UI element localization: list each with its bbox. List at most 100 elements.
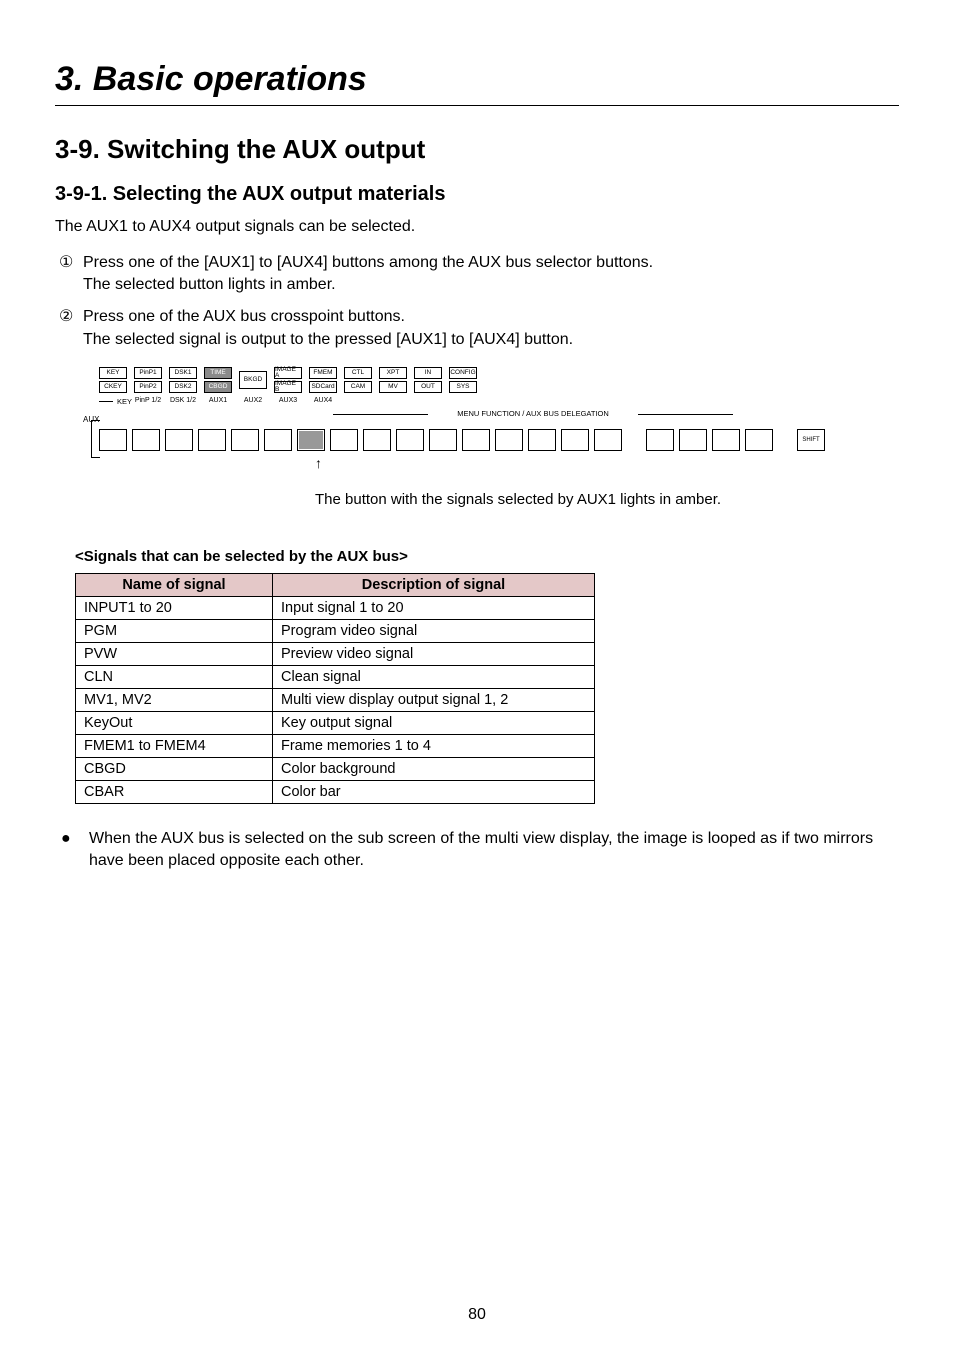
step-text: The selected signal is output to the pre… — [83, 331, 573, 348]
signal-desc: Color background — [273, 758, 595, 781]
signal-name: PGM — [76, 620, 273, 643]
chapter-title: 3. Basic operations — [55, 60, 899, 106]
crosspoint-button — [712, 429, 740, 451]
imageb-button: IMAGE B — [274, 381, 302, 393]
signal-name: PVW — [76, 643, 273, 666]
xpt-button: XPT — [379, 367, 407, 379]
step-number: ① — [59, 252, 73, 274]
dsk1-button: DSK1 — [169, 367, 197, 379]
crosspoint-button — [462, 429, 490, 451]
signal-desc: Color bar — [273, 781, 595, 804]
diagram-caption: The button with the signals selected by … — [315, 491, 899, 508]
table-header: Name of signal — [76, 574, 273, 597]
section-title: 3-9. Switching the AUX output — [55, 134, 899, 165]
table-row: KeyOutKey output signal — [76, 712, 595, 735]
fmem-button: FMEM — [309, 367, 337, 379]
pinp1-button: PinP1 — [134, 367, 162, 379]
signal-desc: Multi view display output signal 1, 2 — [273, 689, 595, 712]
signal-name: INPUT1 to 20 — [76, 597, 273, 620]
signal-desc: Preview video signal — [273, 643, 595, 666]
signal-name: CLN — [76, 666, 273, 689]
step-item: ① Press one of the [AUX1] to [AUX4] butt… — [83, 252, 899, 297]
crosspoint-button — [594, 429, 622, 451]
button-stack: TIME CBGD — [204, 367, 232, 393]
crosspoint-button — [429, 429, 457, 451]
aux-label: AUX — [83, 415, 99, 424]
button-stack: PinP1 PinP2 — [134, 367, 162, 393]
signal-desc: Input signal 1 to 20 — [273, 597, 595, 620]
diagram-container: KEY CKEY PinP1 PinP2 DSK1 DSK2 TIME CBGD… — [65, 367, 899, 508]
signal-name: MV1, MV2 — [76, 689, 273, 712]
under-label — [99, 397, 127, 404]
button-stack: IMAGE A IMAGE B — [274, 367, 302, 393]
crosspoint-row: SHIFT — [99, 429, 825, 451]
table-row: FMEM1 to FMEM4Frame memories 1 to 4 — [76, 735, 595, 758]
config-button: CONFIG — [449, 367, 477, 379]
crosspoint-button — [99, 429, 127, 451]
imagea-button: IMAGE A — [274, 367, 302, 379]
button-stack: CTL CAM — [344, 367, 372, 393]
crosspoint-button — [330, 429, 358, 451]
table-header: Description of signal — [273, 574, 595, 597]
button-stack: DSK1 DSK2 — [169, 367, 197, 393]
crosspoint-button — [363, 429, 391, 451]
button-stack: BKGD — [239, 367, 267, 393]
crosspoint-button — [396, 429, 424, 451]
crosspoint-button — [165, 429, 193, 451]
step-text: Press one of the [AUX1] to [AUX4] button… — [83, 254, 653, 271]
crosspoint-button — [231, 429, 259, 451]
crosspoint-button — [528, 429, 556, 451]
step-text: Press one of the AUX bus crosspoint butt… — [83, 308, 405, 325]
crosspoint-button — [679, 429, 707, 451]
crosspoint-button — [561, 429, 589, 451]
step-number: ② — [59, 306, 73, 328]
dsk2-button: DSK2 — [169, 381, 197, 393]
intro-text: The AUX1 to AUX4 output signals can be s… — [55, 216, 899, 238]
crosspoint-button — [646, 429, 674, 451]
crosspoint-button — [745, 429, 773, 451]
crosspoint-button — [132, 429, 160, 451]
page-number: 80 — [0, 1306, 954, 1324]
shift-button: SHIFT — [797, 429, 825, 451]
signal-table: Name of signal Description of signal INP… — [75, 573, 595, 804]
table-row: CBGDColor background — [76, 758, 595, 781]
button-stack: XPT MV — [379, 367, 407, 393]
time-button: TIME — [204, 367, 232, 379]
crosspoint-button — [198, 429, 226, 451]
selector-button-row: KEY CKEY PinP1 PinP2 DSK1 DSK2 TIME CBGD… — [99, 367, 477, 393]
in-button: IN — [414, 367, 442, 379]
crosspoint-button-selected — [297, 429, 325, 451]
ckey-button: CKEY — [99, 381, 127, 393]
table-row: INPUT1 to 20Input signal 1 to 20 — [76, 597, 595, 620]
signal-name: KeyOut — [76, 712, 273, 735]
table-title: <Signals that can be selected by the AUX… — [75, 548, 899, 565]
under-label: PinP 1/2 — [134, 397, 162, 404]
note-body: When the AUX bus is selected on the sub … — [89, 830, 873, 869]
sdcard-button: SDCard — [309, 381, 337, 393]
button-stack: IN OUT — [414, 367, 442, 393]
pinp2-button: PinP2 — [134, 381, 162, 393]
signal-name: FMEM1 to FMEM4 — [76, 735, 273, 758]
cam-button: CAM — [344, 381, 372, 393]
signal-desc: Program video signal — [273, 620, 595, 643]
table-row: PVWPreview video signal — [76, 643, 595, 666]
under-label: AUX4 — [309, 397, 337, 404]
table-row: CBARColor bar — [76, 781, 595, 804]
sys-button: SYS — [449, 381, 477, 393]
step-list: ① Press one of the [AUX1] to [AUX4] butt… — [55, 252, 899, 352]
under-label: DSK 1/2 — [169, 397, 197, 404]
table-row: CLNClean signal — [76, 666, 595, 689]
key-button: KEY — [99, 367, 127, 379]
signal-name: CBGD — [76, 758, 273, 781]
menu-function-label: MENU FUNCTION / AUX BUS DELEGATION — [333, 409, 733, 419]
bullet-icon: ● — [75, 828, 89, 850]
under-label: AUX2 — [239, 397, 267, 404]
button-stack: CONFIG SYS — [449, 367, 477, 393]
button-stack: FMEM SDCard — [309, 367, 337, 393]
button-stack: KEY CKEY — [99, 367, 127, 393]
subsection-title: 3-9-1. Selecting the AUX output material… — [55, 183, 899, 206]
out-button: OUT — [414, 381, 442, 393]
crosspoint-button — [264, 429, 292, 451]
note-text: ●When the AUX bus is selected on the sub… — [75, 828, 899, 871]
under-label: AUX3 — [274, 397, 302, 404]
